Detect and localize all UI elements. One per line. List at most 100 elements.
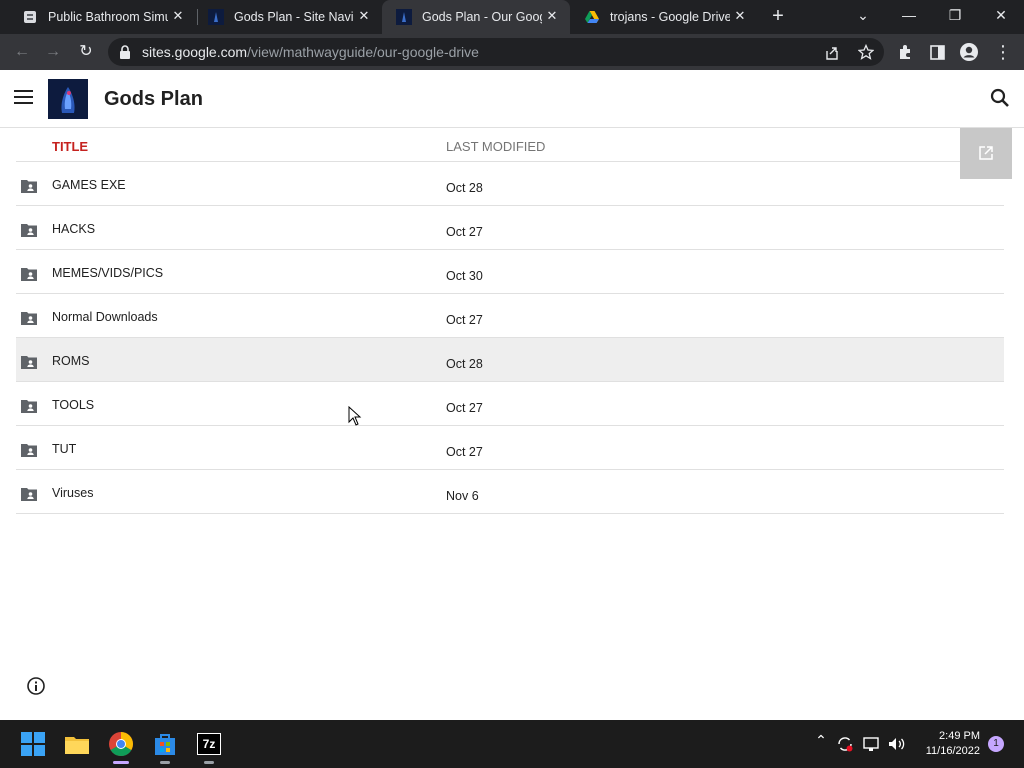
chrome-icon bbox=[109, 732, 133, 757]
folder-row[interactable]: Viruses Nov 6 bbox=[16, 470, 1004, 514]
shared-folder-icon bbox=[21, 444, 37, 457]
clock-date: 11/16/2022 bbox=[925, 745, 980, 757]
google-drive-icon bbox=[585, 11, 599, 23]
close-tab-icon[interactable]: ✕ bbox=[170, 8, 186, 24]
share-icon[interactable] bbox=[824, 45, 840, 61]
new-tab-button[interactable]: + bbox=[766, 5, 790, 29]
shared-folder-icon bbox=[21, 180, 37, 193]
column-header-last-modified[interactable]: LAST MODIFIED bbox=[446, 139, 545, 154]
clock-time: 2:49 PM bbox=[939, 730, 980, 742]
lock-icon[interactable] bbox=[118, 45, 132, 59]
last-modified-date: Oct 28 bbox=[446, 181, 483, 195]
show-hidden-icons-chevron-icon[interactable]: ⌃ bbox=[811, 732, 831, 756]
mouse-cursor-icon bbox=[348, 406, 362, 426]
shared-folder-icon bbox=[21, 488, 37, 501]
back-arrow-icon[interactable]: ← bbox=[9, 39, 35, 65]
last-modified-date: Oct 28 bbox=[446, 357, 483, 371]
bookmark-star-icon[interactable] bbox=[858, 44, 874, 60]
folder-name[interactable]: TOOLS bbox=[52, 398, 94, 412]
folder-row[interactable]: ROMS Oct 28 bbox=[16, 338, 1004, 382]
close-tab-icon[interactable]: ✕ bbox=[544, 8, 560, 24]
search-icon[interactable] bbox=[988, 86, 1012, 110]
seven-zip-taskbar-app[interactable]: 7z bbox=[193, 728, 225, 764]
last-modified-date: Oct 27 bbox=[446, 445, 483, 459]
system-clock[interactable]: 2:49 PM 11/16/2022 bbox=[916, 729, 980, 759]
browser-toolbar: ← → ↻ sites.google.com/view/mathwayguide… bbox=[0, 34, 1024, 70]
side-panel-icon[interactable] bbox=[929, 44, 946, 61]
site-header: Gods Plan bbox=[0, 70, 1024, 128]
last-modified-date: Oct 27 bbox=[446, 313, 483, 327]
windows-start-icon[interactable] bbox=[17, 728, 49, 760]
folder-name[interactable]: ROMS bbox=[52, 354, 90, 368]
folder-name[interactable]: Normal Downloads bbox=[52, 310, 158, 324]
tab-title: trojans - Google Drive bbox=[610, 10, 730, 24]
folder-row[interactable]: GAMES EXE Oct 28 bbox=[16, 162, 1004, 206]
folder-row[interactable]: TOOLS Oct 27 bbox=[16, 382, 1004, 426]
ms-store-taskbar-app[interactable] bbox=[149, 728, 181, 764]
last-modified-date: Oct 27 bbox=[446, 225, 483, 239]
seven-zip-icon: 7z bbox=[197, 733, 221, 755]
tab-title: Gods Plan - Site Navig bbox=[234, 10, 354, 24]
folder-row[interactable]: MEMES/VIDS/PICS Oct 30 bbox=[16, 250, 1004, 294]
hamburger-menu-icon[interactable] bbox=[14, 90, 34, 106]
open-external-icon bbox=[979, 146, 993, 160]
browser-menu-kebab-icon[interactable]: ⋮ bbox=[990, 39, 1016, 65]
profile-avatar-icon[interactable] bbox=[959, 42, 979, 62]
web-page: Gods Plan TITLE LAST MODIFIED GAMES EXE O… bbox=[0, 70, 1024, 720]
site-logo[interactable] bbox=[48, 79, 88, 119]
shared-folder-icon bbox=[21, 356, 37, 369]
url-host: sites.google.com bbox=[142, 44, 248, 60]
url-text[interactable]: sites.google.com/view/mathwayguide/our-g… bbox=[142, 44, 479, 60]
shared-folder-icon bbox=[21, 400, 37, 413]
running-app-indicator bbox=[160, 761, 170, 764]
tab-title: Gods Plan - Our Googl bbox=[422, 10, 542, 24]
folder-row[interactable]: TUT Oct 27 bbox=[16, 426, 1004, 470]
url-path: /view/mathwayguide/our-google-drive bbox=[247, 44, 479, 60]
address-bar[interactable]: sites.google.com/view/mathwayguide/our-g… bbox=[108, 38, 884, 66]
folder-row[interactable]: HACKS Oct 27 bbox=[16, 206, 1004, 250]
running-app-indicator bbox=[204, 761, 214, 764]
extensions-puzzle-icon[interactable] bbox=[897, 44, 914, 61]
microsoft-store-icon bbox=[155, 734, 175, 755]
shared-folder-icon bbox=[21, 224, 37, 237]
last-modified-date: Oct 30 bbox=[446, 269, 483, 283]
drive-folder-embed: TITLE LAST MODIFIED GAMES EXE Oct 28 HACKS… bbox=[16, 128, 1012, 528]
folder-name[interactable]: Viruses bbox=[52, 486, 93, 500]
tab-site-navigation[interactable]: Gods Plan - Site Navig ✕ bbox=[194, 0, 382, 34]
gods-plan-logo-icon bbox=[396, 9, 412, 25]
shared-folder-icon bbox=[21, 312, 37, 325]
active-app-indicator bbox=[113, 761, 129, 764]
folder-row[interactable]: Normal Downloads Oct 27 bbox=[16, 294, 1004, 338]
close-tab-icon[interactable]: ✕ bbox=[356, 8, 372, 24]
tab-title: Public Bathroom Simul bbox=[48, 10, 168, 24]
tab-public-bathroom[interactable]: Public Bathroom Simul ✕ bbox=[8, 0, 196, 34]
close-window-button[interactable]: ✕ bbox=[978, 0, 1024, 34]
file-explorer-icon[interactable] bbox=[61, 728, 93, 760]
close-tab-icon[interactable]: ✕ bbox=[732, 8, 748, 24]
tab-our-google-drive[interactable]: Gods Plan - Our Googl ✕ bbox=[382, 0, 570, 34]
restore-button[interactable]: ❐ bbox=[932, 0, 978, 34]
page-icon bbox=[24, 11, 36, 23]
minimize-button[interactable]: — bbox=[886, 0, 932, 34]
last-modified-date: Nov 6 bbox=[446, 489, 479, 503]
sync-icon[interactable] bbox=[836, 735, 854, 753]
chrome-taskbar-app[interactable] bbox=[105, 728, 137, 764]
shared-folder-icon bbox=[21, 268, 37, 281]
folder-name[interactable]: GAMES EXE bbox=[52, 178, 126, 192]
folder-name[interactable]: MEMES/VIDS/PICS bbox=[52, 266, 163, 280]
tab-trojans-drive[interactable]: trojans - Google Drive ✕ bbox=[570, 0, 758, 34]
forward-arrow-icon[interactable]: → bbox=[40, 39, 66, 65]
notification-badge[interactable]: 1 bbox=[988, 736, 1004, 752]
windows-taskbar: 7z ⌃ 2:49 PM 11/16/2022 1 bbox=[0, 720, 1024, 768]
volume-icon[interactable] bbox=[887, 735, 907, 753]
folder-name[interactable]: HACKS bbox=[52, 222, 95, 236]
tab-strip: Public Bathroom Simul ✕ Gods Plan - Site… bbox=[0, 0, 1024, 34]
folder-name[interactable]: TUT bbox=[52, 442, 76, 456]
reload-icon[interactable]: ↻ bbox=[73, 39, 99, 65]
network-icon[interactable] bbox=[862, 735, 880, 753]
tab-search-chevron-icon[interactable]: ⌄ bbox=[840, 0, 886, 34]
column-header-title[interactable]: TITLE bbox=[52, 139, 88, 154]
site-title[interactable]: Gods Plan bbox=[104, 88, 203, 111]
last-modified-date: Oct 27 bbox=[446, 401, 483, 415]
info-icon[interactable] bbox=[26, 676, 46, 696]
